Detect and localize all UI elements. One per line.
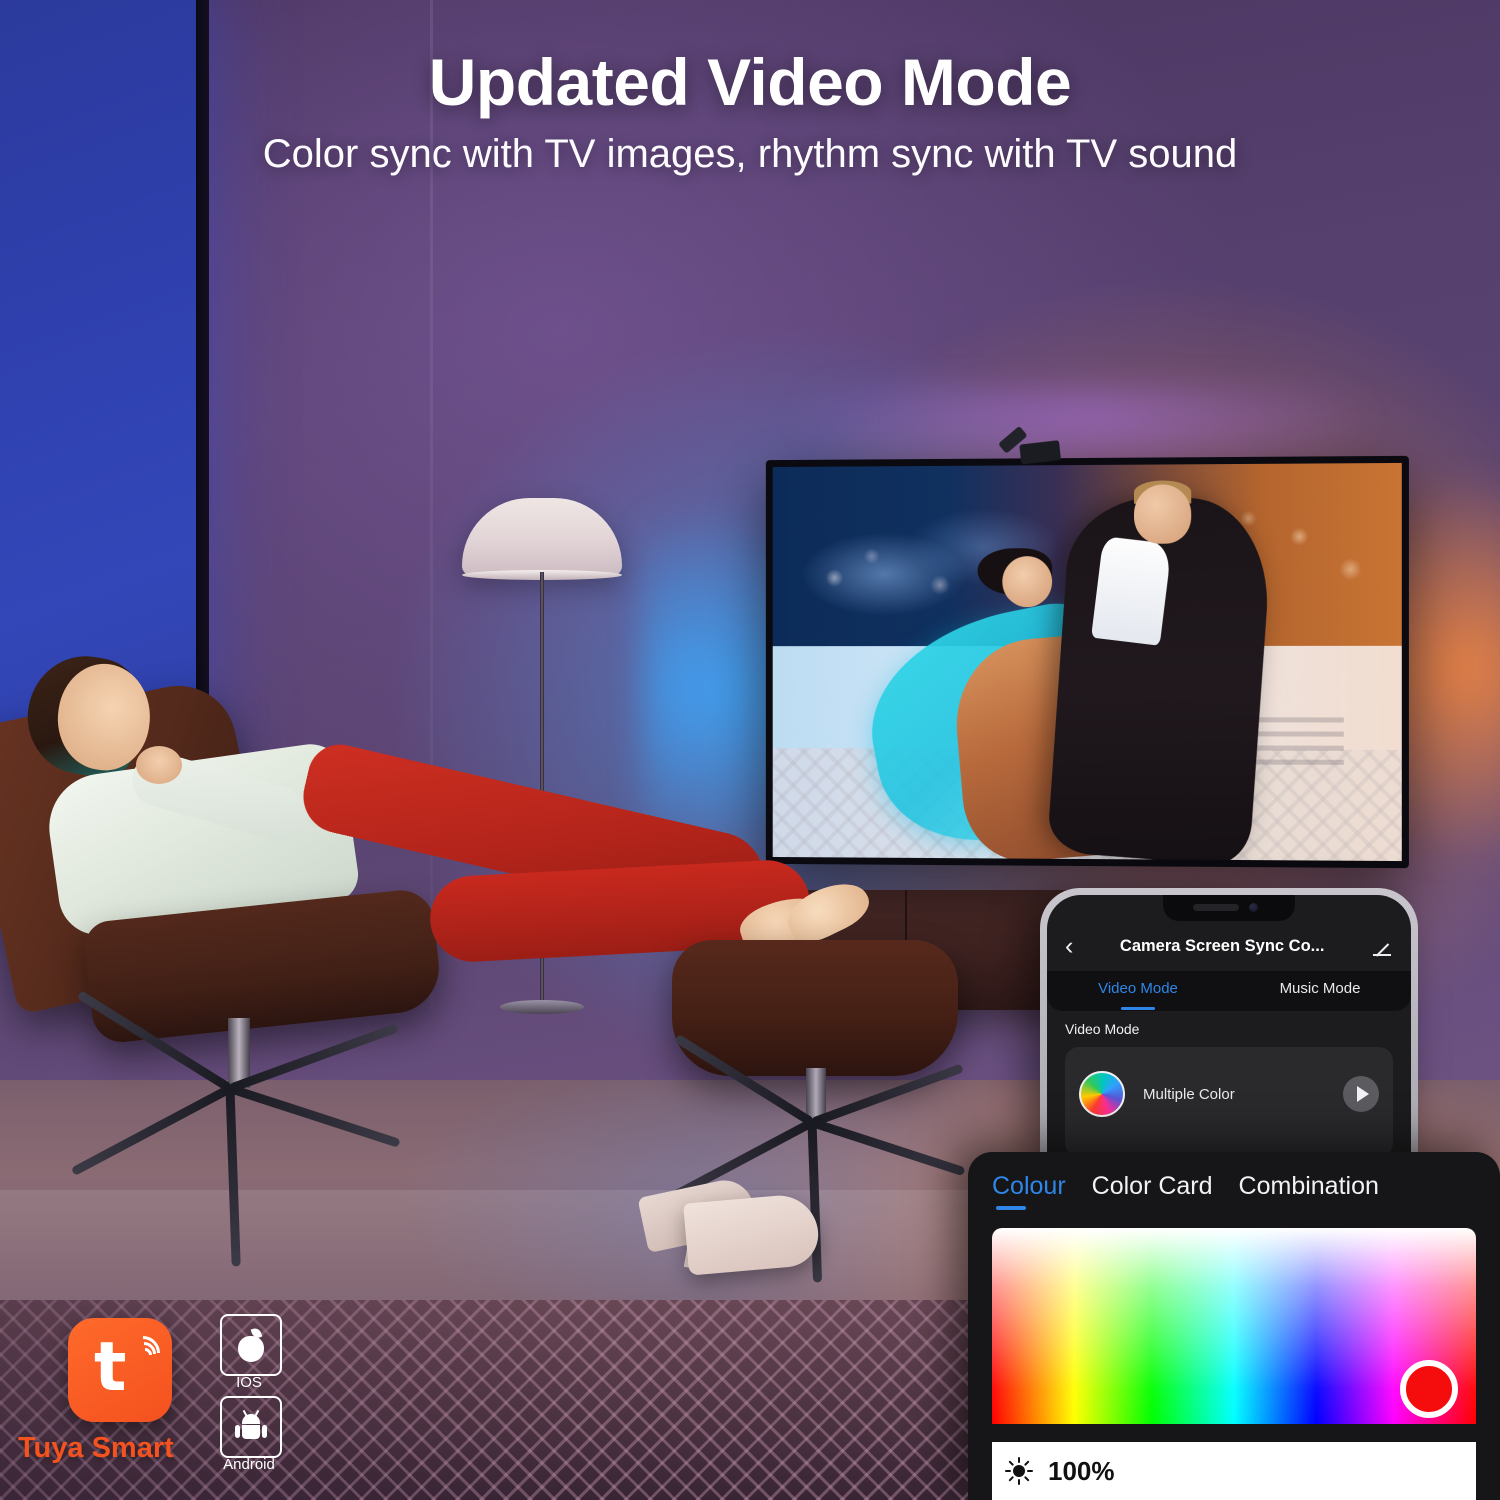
earpiece-speaker	[1193, 904, 1239, 911]
tuya-smart-logo: t	[68, 1318, 172, 1422]
app-title: Camera Screen Sync Co...	[1119, 936, 1325, 955]
tab-colour[interactable]: Colour	[992, 1172, 1066, 1210]
tab-music-mode[interactable]: Music Mode	[1229, 971, 1411, 1011]
play-icon	[1357, 1086, 1369, 1102]
tab-color-card[interactable]: Color Card	[1092, 1172, 1213, 1210]
app-tab-bar: Video Mode Music Mode	[1047, 971, 1411, 1011]
brightness-value: 100%	[1048, 1455, 1115, 1486]
tv-bezel	[765, 440, 1409, 869]
high-heel-shoe-front	[683, 1192, 821, 1276]
android-label: Android	[223, 1456, 275, 1473]
brightness-sun-icon	[1005, 1457, 1033, 1485]
page-subtitle: Color sync with TV images, rhythm sync w…	[262, 132, 1238, 176]
mode-row: Multiple Color	[1079, 1069, 1379, 1119]
sync-camera-clip-icon	[1018, 440, 1061, 465]
android-robot-icon	[220, 1396, 282, 1458]
saturation-value-picker[interactable]	[992, 1228, 1476, 1424]
tv-screen	[772, 462, 1402, 862]
smartphone-mockup: ‹ Camera Screen Sync Co... Video Mode Mu…	[1040, 888, 1418, 1166]
ios-label: IOS	[236, 1374, 262, 1391]
color-selector-handle[interactable]	[1400, 1360, 1458, 1418]
front-camera-icon	[1249, 903, 1258, 912]
apple-icon	[220, 1314, 282, 1376]
rainbow-gradient-circle-icon	[1079, 1071, 1125, 1117]
phone-screen: ‹ Camera Screen Sync Co... Video Mode Mu…	[1047, 895, 1411, 1166]
color-panel-tab-bar: Colour Color Card Combination	[992, 1172, 1476, 1210]
product-marketing-image: Updated Video Mode Color sync with TV im…	[0, 0, 1500, 1500]
phone-notch	[1163, 895, 1295, 921]
tab-video-mode[interactable]: Video Mode	[1047, 971, 1229, 1011]
wifi-wave-icon	[118, 1328, 168, 1378]
app-nav-bar: ‹ Camera Screen Sync Co...	[1047, 925, 1411, 967]
mode-name: Multiple Color	[1143, 1085, 1235, 1103]
brightness-slider[interactable]: 100%	[992, 1442, 1476, 1500]
person-hand	[136, 746, 182, 784]
dancer-woman-head	[1002, 555, 1053, 607]
television	[642, 388, 1500, 948]
chair-star-base	[60, 990, 420, 1267]
tab-combination[interactable]: Combination	[1239, 1172, 1379, 1210]
color-picker-panel: Colour Color Card Combination 100%	[968, 1152, 1500, 1500]
page-title: Updated Video Mode	[428, 45, 1072, 119]
section-label: Video Mode	[1065, 1021, 1140, 1037]
play-button[interactable]	[1343, 1076, 1379, 1112]
back-arrow-icon[interactable]: ‹	[1065, 933, 1073, 959]
floor-lamp-base	[500, 1000, 584, 1014]
dancer-man-head	[1134, 484, 1192, 544]
dancer-man-shirt	[1090, 535, 1172, 647]
edit-pencil-icon[interactable]	[1371, 935, 1393, 957]
mode-card[interactable]: Multiple Color	[1065, 1047, 1393, 1157]
tuya-letter-t: t	[94, 1328, 127, 1407]
